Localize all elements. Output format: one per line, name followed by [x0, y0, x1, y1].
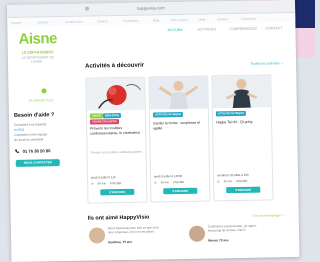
category-badge: SANTÉ — [89, 113, 103, 119]
faq-link[interactable]: la FAQ — [14, 128, 24, 132]
logo-subtitle-3: L'AISNE — [30, 59, 43, 64]
top-nav-item[interactable]: Accueil — [11, 21, 21, 25]
avatar — [88, 227, 106, 244]
activity-meta: ◷ 60 min ATELIER — [91, 181, 143, 186]
activity-description: Prévenir les troubles cardiovasculaires — [90, 149, 142, 155]
contact-button[interactable]: NOUS CONTACTER — [15, 159, 60, 167]
section-title: Activités à découvrir — [85, 62, 145, 70]
activity-title[interactable]: Prévenir les troubles cardiovasculaires,… — [90, 126, 142, 136]
activity-card[interactable]: SANTÉ BIEN-ÊTRE COURS COLLECTIF Prévenir… — [85, 76, 148, 204]
clock-icon: ◷ — [217, 179, 220, 184]
department-logo[interactable]: Aisne — [18, 30, 57, 48]
testimonial-text: Conférence passionnante, j'ai appris bea… — [207, 223, 257, 233]
activity-image — [212, 75, 271, 109]
clock-icon: ◷ — [154, 180, 157, 185]
all-testimonials-link[interactable]: Tous les témoignages → — [253, 213, 286, 218]
duration: 45 min — [160, 180, 170, 185]
main-content: Activités à découvrir Toutes les activit… — [82, 34, 300, 258]
register-button[interactable]: S'INSCRIRE — [226, 186, 261, 194]
activity-image — [86, 77, 145, 111]
learn-more-link[interactable]: EN SAVOIR PLUS — [29, 98, 54, 102]
top-nav-item[interactable]: Mon espace — [171, 18, 187, 22]
woman-taichi-image — [212, 75, 271, 109]
top-nav-item[interactable]: Aide — [199, 18, 205, 22]
help-title: Besoin d'aide ? — [13, 112, 55, 119]
top-nav-item[interactable]: Contact — [217, 17, 227, 21]
activity-title[interactable]: Happy Tai chi - Qi gong — [216, 119, 268, 125]
duration: 45 min — [223, 179, 233, 184]
browser-page: happyvisio.com Accueil Activités Confére… — [7, 0, 300, 262]
top-nav-item[interactable]: Blog — [153, 18, 159, 22]
top-nav-item[interactable]: Partenaires — [123, 19, 138, 23]
phone-row: 01 76 38 50 86 — [15, 148, 51, 154]
activity-image — [149, 76, 208, 110]
type-label: ATELIER — [109, 181, 122, 186]
lock-icon — [85, 6, 90, 11]
nav-contact[interactable]: CONTACT — [265, 26, 282, 30]
activity-meta: ◷ 45 min ATELIER — [217, 178, 269, 184]
all-activities-link[interactable]: Toutes les activités → — [250, 61, 284, 66]
top-nav-item[interactable]: Connexion — [241, 17, 255, 21]
testimonials-title: Ils ont aimé HappyVisio — [87, 214, 150, 222]
activity-meta: ◷ 45 min ATELIER — [154, 180, 206, 185]
register-button[interactable]: S'INSCRIRE — [163, 187, 198, 195]
testimonial-text: Merci beaucoup pour tout ce que vous nou… — [107, 225, 159, 235]
phone-icon — [15, 149, 20, 153]
category-badge: BIEN-ÊTRE — [102, 113, 121, 119]
category-badge: COURS COLLECTIF — [90, 119, 119, 125]
duration: 60 min — [97, 181, 107, 186]
activity-description — [216, 139, 268, 140]
register-button[interactable]: S'INSCRIRE — [100, 188, 135, 196]
top-nav-item[interactable]: Ateliers — [97, 19, 107, 23]
nav-conferences[interactable]: CONFÉRENCES — [229, 27, 257, 31]
top-nav-item[interactable]: Activités — [37, 20, 48, 24]
help-line: Consultez nos tutoriels — [14, 122, 47, 127]
category-badge: ACTIVITÉ PHYSIQUE — [152, 111, 183, 118]
nav-accueil[interactable]: ACCUEIL — [167, 28, 183, 32]
clock-icon: ◷ — [91, 181, 94, 186]
activity-date: jeudi 9 juillet à 11h — [90, 175, 116, 180]
activity-date: jeudi 9 juillet à 14h30 — [153, 173, 183, 179]
activity-description — [153, 141, 205, 142]
info-icon — [41, 88, 47, 94]
help-line: du lundi au vendredi — [14, 137, 44, 142]
nav-activites[interactable]: ACTIVITÉS — [197, 27, 216, 31]
type-label: ATELIER — [172, 179, 185, 185]
url-text[interactable]: happyvisio.com — [137, 5, 165, 10]
avatar — [188, 225, 206, 242]
testimonial-author: Sandrine, 75 ans — [108, 239, 133, 245]
logo-subtitle: LE DÉPARTEMENT — [21, 50, 54, 55]
activity-card[interactable]: ACTIVITÉ PHYSIQUE Happy Tai chi - Qi gon… — [211, 74, 274, 202]
help-line: Contactez notre équipe — [14, 132, 48, 137]
testimonial-author: Michel, 72 ans — [208, 238, 229, 243]
phone-number[interactable]: 01 76 38 50 86 — [23, 148, 51, 153]
activity-date: vendredi 10 juillet à 10h — [216, 172, 249, 178]
activity-card[interactable]: ACTIVITÉ PHYSIQUE Garder la forme : soup… — [148, 75, 211, 203]
top-nav-item[interactable]: Conférences — [65, 20, 82, 24]
activity-title[interactable]: Garder la forme : souplesse et agilité — [153, 121, 205, 131]
sidebar: Aisne LE DÉPARTEMENT LE DÉPARTEMENT DE L… — [13, 30, 77, 259]
type-label: ATELIER — [235, 178, 248, 184]
person-exercise-image — [149, 76, 208, 110]
heart-stethoscope-image — [86, 77, 145, 111]
background-navy-shape — [292, 0, 315, 28]
category-badge: ACTIVITÉ PHYSIQUE — [215, 110, 246, 117]
